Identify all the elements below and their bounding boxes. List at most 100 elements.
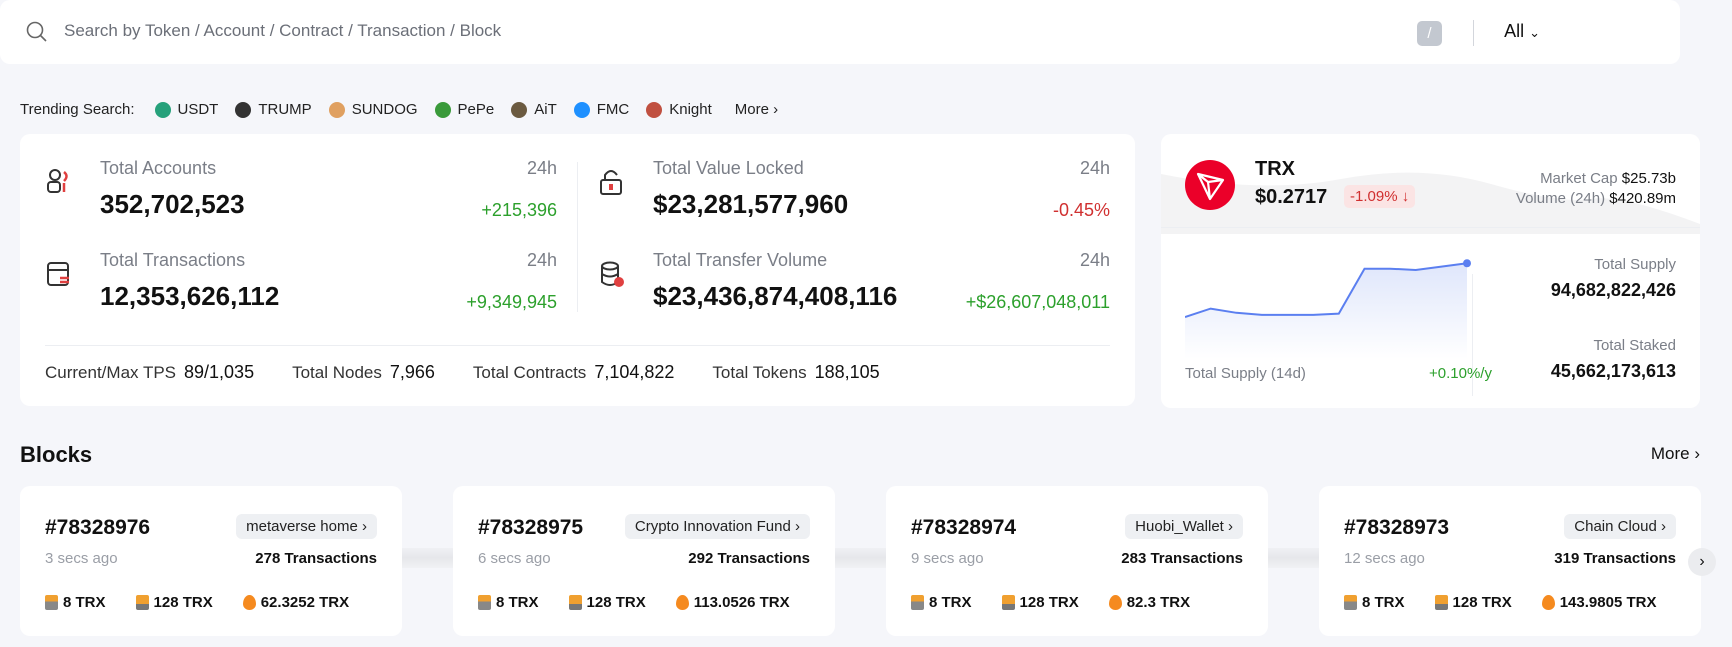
trending-item[interactable]: AiT bbox=[511, 101, 557, 118]
trending-item[interactable]: PePe bbox=[434, 101, 495, 118]
block-producer-link[interactable]: Chain Cloud › bbox=[1564, 514, 1676, 539]
block-card[interactable]: #78328974 Huobi_Wallet › 9 secs ago 283 … bbox=[886, 486, 1268, 636]
block-card[interactable]: #78328976 metaverse home › 3 secs ago 27… bbox=[20, 486, 402, 636]
trending-item[interactable]: FMC bbox=[573, 101, 630, 118]
divider bbox=[1473, 20, 1474, 46]
trx-card: TRX $0.2717 -1.09% ↓ Market Cap $25.73b … bbox=[1161, 134, 1700, 408]
block-age: 9 secs ago bbox=[911, 550, 984, 567]
block-number[interactable]: #78328976 bbox=[45, 516, 150, 540]
fire-icon bbox=[1541, 595, 1555, 610]
footer-stat-value: 7,966 bbox=[389, 362, 435, 382]
footer-stat-label: Total Nodes bbox=[292, 363, 382, 382]
footer-stat: Total Nodes 7,966 bbox=[292, 362, 435, 383]
burned-trx: 82.3 TRX bbox=[1126, 594, 1191, 611]
trending-item[interactable]: Knight bbox=[646, 101, 712, 118]
producer-name: Chain Cloud bbox=[1574, 518, 1657, 535]
stat-period: 24h bbox=[526, 250, 557, 270]
block-card[interactable]: #78328973 Chain Cloud › 12 secs ago 319 … bbox=[1319, 486, 1701, 636]
footer-stat: Current/Max TPS 89/1,035 bbox=[45, 362, 254, 383]
block-reward: 8 TRX bbox=[63, 594, 106, 611]
total-supply-label: Total Supply bbox=[1594, 256, 1676, 273]
token-logo-icon bbox=[573, 101, 590, 118]
footer-stat-label: Total Contracts bbox=[472, 363, 587, 382]
vote-reward: 128 TRX bbox=[1452, 594, 1512, 611]
block-reward: 8 TRX bbox=[929, 594, 972, 611]
trending-item[interactable]: SUNDOG bbox=[328, 101, 418, 118]
token-logo-icon bbox=[511, 101, 528, 118]
block-producer-link[interactable]: Huobi_Wallet › bbox=[1125, 514, 1243, 539]
trending-item[interactable]: USDT bbox=[154, 101, 219, 118]
market-cap-label: Market Cap bbox=[1540, 170, 1618, 187]
stat-value: 352,702,523 bbox=[100, 189, 245, 219]
burned-trx: 62.3252 TRX bbox=[260, 594, 350, 611]
block-producer-link[interactable]: metaverse home › bbox=[236, 514, 377, 539]
supply-point bbox=[1463, 259, 1471, 268]
token-name: USDT bbox=[177, 101, 219, 118]
block-number[interactable]: #78328975 bbox=[478, 516, 583, 540]
token-logo-icon bbox=[154, 101, 171, 118]
block-transactions[interactable]: 319 Transactions bbox=[1554, 550, 1676, 567]
stat-delta: +9,349,945 bbox=[466, 292, 557, 312]
footer-stat-label: Current/Max TPS bbox=[45, 363, 177, 382]
stat-1: Total Value Locked $23,281,577,960 24h -0… bbox=[598, 158, 1110, 238]
database-icon bbox=[601, 261, 624, 287]
block-card[interactable]: #78328975 Crypto Innovation Fund › 6 sec… bbox=[453, 486, 835, 636]
trending-item[interactable]: TRUMP bbox=[235, 101, 312, 118]
block-transactions[interactable]: 292 Transactions bbox=[688, 550, 810, 567]
burned-trx: 143.9805 TRX bbox=[1559, 594, 1657, 611]
blocks-more-link[interactable]: More › bbox=[1651, 444, 1700, 464]
stat-title: Total Accounts bbox=[100, 158, 217, 178]
stat-period: 24h bbox=[1079, 158, 1110, 178]
stat-3: Total Transfer Volume $23,436,874,408,116… bbox=[598, 250, 1110, 330]
filter-value: All bbox=[1504, 21, 1525, 41]
fire-icon bbox=[1108, 595, 1122, 610]
token-logo-icon bbox=[235, 101, 252, 118]
trx-logo-icon bbox=[1185, 160, 1235, 210]
accounts-icon bbox=[47, 169, 68, 193]
vote-reward: 128 TRX bbox=[153, 594, 213, 611]
chevron-right-icon: › bbox=[1694, 444, 1700, 463]
chart-label: Total Supply (14d) bbox=[1185, 365, 1306, 382]
search-bar[interactable]: Search by Token / Account / Contract / T… bbox=[0, 0, 1680, 64]
search-input[interactable]: Search by Token / Account / Contract / T… bbox=[64, 21, 501, 41]
block-number[interactable]: #78328973 bbox=[1344, 516, 1449, 540]
trending-label: Trending Search: bbox=[20, 101, 135, 118]
vote-reward: 128 TRX bbox=[1019, 594, 1079, 611]
divider bbox=[45, 345, 1110, 346]
producer-name: Huobi_Wallet bbox=[1135, 518, 1224, 535]
search-filter-dropdown[interactable]: All ⌄ bbox=[1504, 21, 1540, 42]
price-change-badge: -1.09% ↓ bbox=[1344, 185, 1416, 208]
stat-title: Total Value Locked bbox=[653, 158, 804, 178]
block-producer-link[interactable]: Crypto Innovation Fund › bbox=[624, 514, 810, 539]
token-logo-icon bbox=[328, 101, 345, 118]
trending-more-link[interactable]: More › bbox=[735, 101, 778, 118]
stat-delta: -0.45% bbox=[1052, 200, 1110, 220]
token-name: TRUMP bbox=[258, 101, 312, 118]
producer-name: Crypto Innovation Fund bbox=[634, 518, 791, 535]
stat-value: $23,281,577,960 bbox=[653, 189, 849, 219]
block-transactions[interactable]: 278 Transactions bbox=[255, 550, 377, 567]
token-logo-icon bbox=[646, 101, 663, 118]
token-name: FMC bbox=[596, 101, 630, 118]
block-reward: 8 TRX bbox=[496, 594, 539, 611]
token-logo-icon bbox=[434, 101, 451, 118]
block-transactions[interactable]: 283 Transactions bbox=[1121, 550, 1243, 567]
token-name: Knight bbox=[669, 101, 712, 118]
more-label: More bbox=[734, 101, 769, 118]
token-price: $0.2717 bbox=[1255, 186, 1328, 208]
vote-reward: 128 TRX bbox=[586, 594, 646, 611]
next-blocks-button[interactable]: › bbox=[1688, 548, 1716, 576]
footer-stat: Total Tokens 188,105 bbox=[712, 362, 879, 383]
total-supply-value: 94,682,822,426 bbox=[1550, 280, 1676, 300]
divider bbox=[577, 162, 578, 312]
block-number[interactable]: #78328974 bbox=[911, 516, 1016, 540]
token-symbol: TRX bbox=[1255, 158, 1295, 180]
total-staked-label: Total Staked bbox=[1593, 337, 1676, 354]
stat-title: Total Transfer Volume bbox=[653, 250, 828, 270]
token-name: AiT bbox=[534, 101, 557, 118]
total-staked-value: 45,662,173,613 bbox=[1550, 361, 1676, 381]
arrow-down-icon: ↓ bbox=[1401, 188, 1410, 205]
vote-reward-icon bbox=[1434, 595, 1448, 610]
blocks-title: Blocks bbox=[20, 442, 93, 467]
token-name: PePe bbox=[457, 101, 495, 118]
